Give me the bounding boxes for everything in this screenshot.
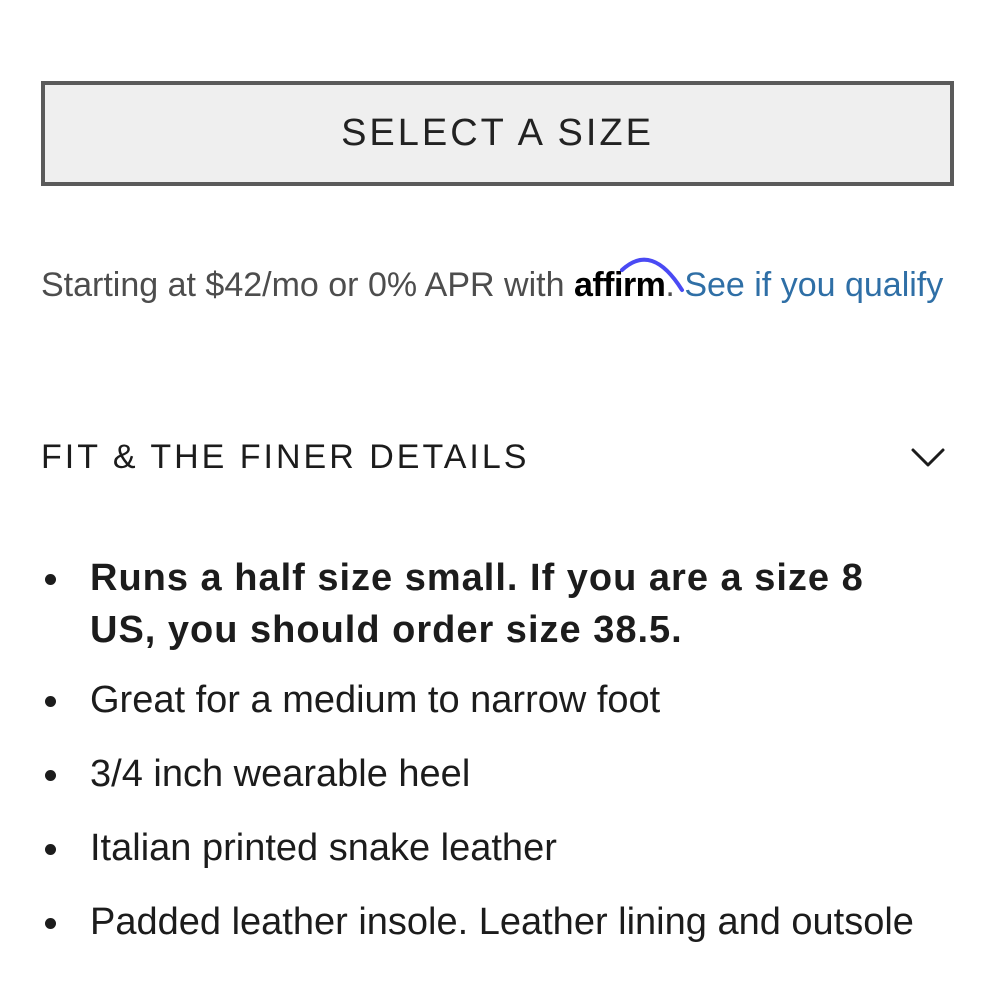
fit-details-title: FIT & THE FINER DETAILS bbox=[41, 437, 530, 476]
list-item-text: Padded leather insole. Leather lining an… bbox=[90, 901, 914, 943]
list-item-text: Great for a medium to narrow foot bbox=[90, 679, 661, 721]
list-item-text: 3/4 inch wearable heel bbox=[90, 753, 471, 795]
list-item: Italian printed snake leather bbox=[41, 822, 941, 874]
select-size-button[interactable]: SELECT A SIZE bbox=[41, 81, 954, 186]
affirm-logo: affirm bbox=[574, 257, 684, 308]
bullet-icon bbox=[45, 770, 56, 781]
list-item: Great for a medium to narrow foot bbox=[41, 674, 941, 726]
bullet-icon bbox=[45, 574, 56, 585]
list-item: Padded leather insole. Leather lining an… bbox=[41, 896, 941, 948]
list-item-text: Italian printed snake leather bbox=[90, 827, 557, 869]
fit-details-accordion-header[interactable]: FIT & THE FINER DETAILS bbox=[41, 432, 946, 482]
select-size-label: SELECT A SIZE bbox=[341, 112, 654, 154]
see-if-you-qualify-link[interactable]: See if you qualify bbox=[684, 266, 943, 304]
chevron-down-icon[interactable] bbox=[910, 445, 946, 469]
product-details-page: SELECT A SIZE Starting at $42/mo or 0% A… bbox=[0, 0, 1000, 1000]
list-item: 3/4 inch wearable heel bbox=[41, 748, 941, 800]
list-item-text: Runs a half size small. If you are a siz… bbox=[90, 557, 864, 651]
financing-message: Starting at $42/mo or 0% APR with affirm… bbox=[41, 257, 951, 308]
affirm-arc-icon bbox=[619, 257, 684, 292]
bullet-icon bbox=[45, 696, 56, 707]
list-item: Runs a half size small. If you are a siz… bbox=[41, 552, 941, 656]
bullet-icon bbox=[45, 918, 56, 929]
financing-text: Starting at $42/mo or 0% APR with bbox=[41, 266, 574, 304]
fit-details-list: Runs a half size small. If you are a siz… bbox=[41, 552, 941, 970]
bullet-icon bbox=[45, 844, 56, 855]
